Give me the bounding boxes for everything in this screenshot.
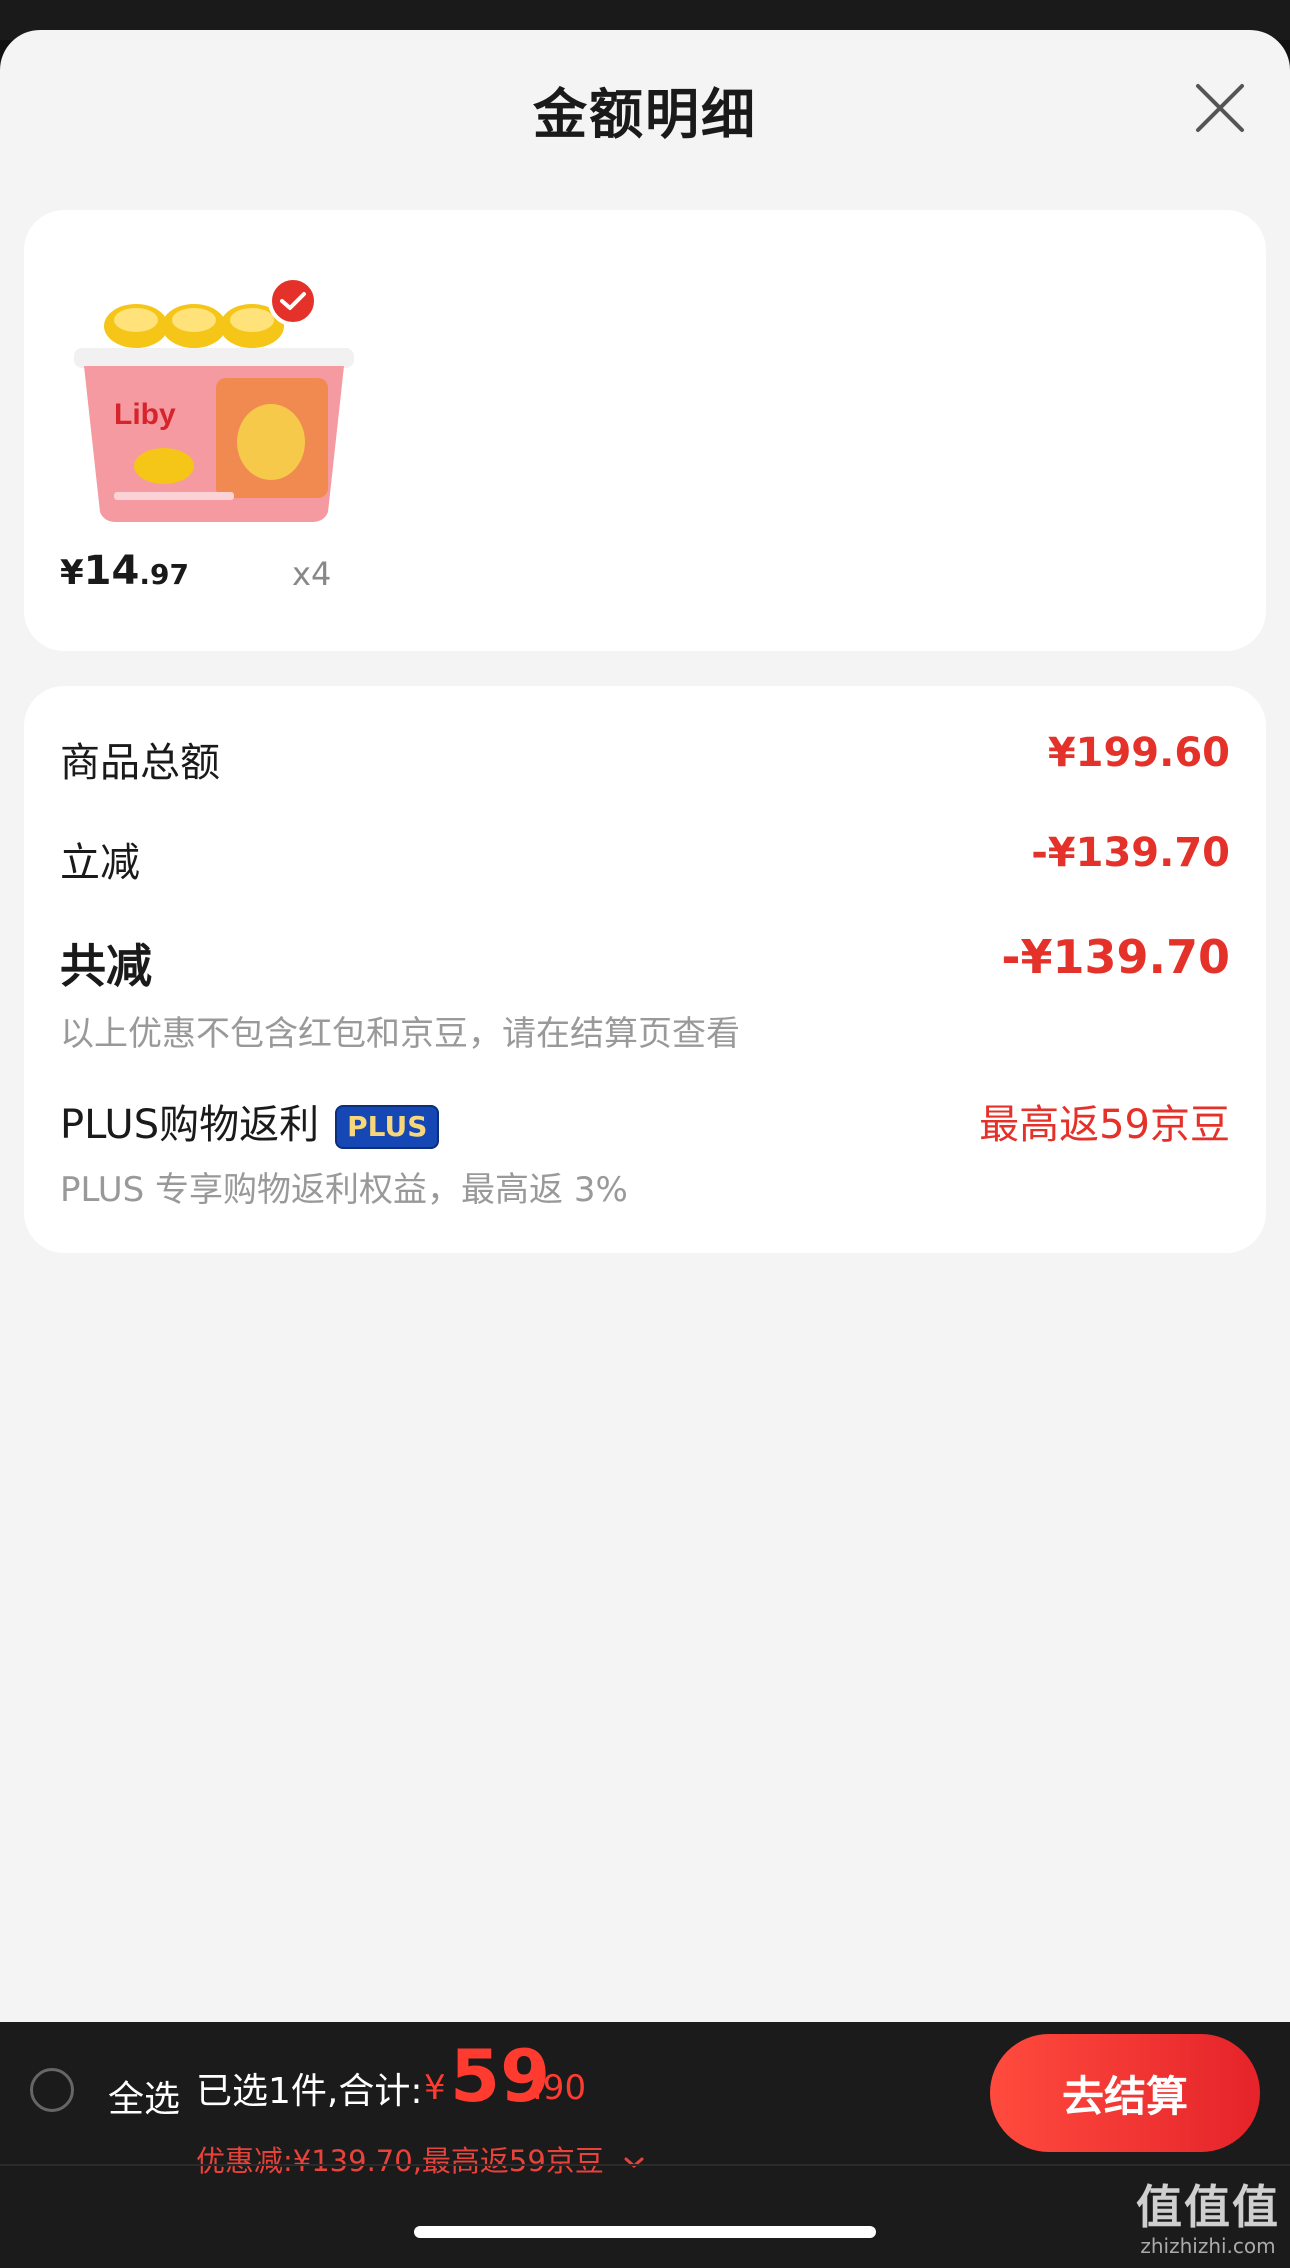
total-discount-value: -¥139.70 <box>1001 930 1230 984</box>
total-discount-label: 共减 <box>60 939 152 993</box>
plus-rebate-subtext: PLUS 专享购物返利权益，最高返 3% <box>60 1170 628 1210</box>
bar-divider <box>0 2164 1290 2166</box>
watermark: 值值值 zhizhizhi.com <box>1136 2180 1280 2258</box>
select-all-label[interactable]: 全选 <box>108 2070 180 2122</box>
price-decimal: .97 <box>139 558 189 591</box>
home-indicator[interactable] <box>414 2226 876 2238</box>
price-currency: ¥ <box>60 553 84 593</box>
goods-total-value: ¥199.60 <box>1047 730 1230 776</box>
checkout-button[interactable]: 去结算 <box>990 2034 1260 2152</box>
discount-detail-text: 优惠减:¥139.70,最高返59京豆 <box>196 2144 604 2178</box>
product-price: ¥14.97 <box>60 548 189 594</box>
price-integer: 14 <box>83 548 140 594</box>
product-quantity: x4 <box>292 555 332 593</box>
item-selected-checkbox[interactable] <box>268 276 318 326</box>
total-decimal: .90 <box>532 2068 587 2108</box>
plus-badge: PLUS <box>335 1105 440 1149</box>
close-icon <box>1196 84 1244 132</box>
sheet-title: 金额明细 <box>533 83 757 146</box>
watermark-url: zhizhizhi.com <box>1140 2234 1276 2258</box>
discount-note: 以上优惠不包含红包和京豆，请在结算页查看 <box>60 1014 740 1054</box>
check-icon <box>280 292 306 310</box>
plus-rebate-label: PLUS购物返利 <box>60 1102 320 1148</box>
selected-count-text: 已选1件,合计: <box>196 2071 423 2112</box>
instant-discount-value: -¥139.70 <box>1031 830 1230 876</box>
discount-detail-toggle[interactable]: 优惠减:¥139.70,最高返59京豆 <box>196 2138 645 2180</box>
product-image[interactable]: Liby <box>66 266 366 526</box>
plus-rebate-value: 最高返59京豆 <box>979 1102 1230 1148</box>
plus-rebate-label-row: PLUS购物返利 PLUS <box>60 1092 440 1150</box>
product-card: Liby ¥14.97 x4 <box>24 210 1266 651</box>
select-all-checkbox[interactable] <box>30 2068 74 2112</box>
amount-detail-sheet: 金额明细 Liby ¥14.97 x4 商品总额 ¥199.60 立减 -¥13… <box>0 30 1290 2022</box>
goods-total-label: 商品总额 <box>60 740 220 786</box>
close-button[interactable] <box>1190 78 1250 138</box>
watermark-logo: 值值值 <box>1136 2180 1280 2234</box>
instant-discount-label: 立减 <box>60 840 140 886</box>
chevron-down-icon <box>624 2157 644 2168</box>
amount-summary-card: 商品总额 ¥199.60 立减 -¥139.70 共减 -¥139.70 以上优… <box>24 686 1266 1253</box>
total-currency: ¥ <box>424 2068 446 2108</box>
brand-logo-text: Liby <box>114 398 176 431</box>
